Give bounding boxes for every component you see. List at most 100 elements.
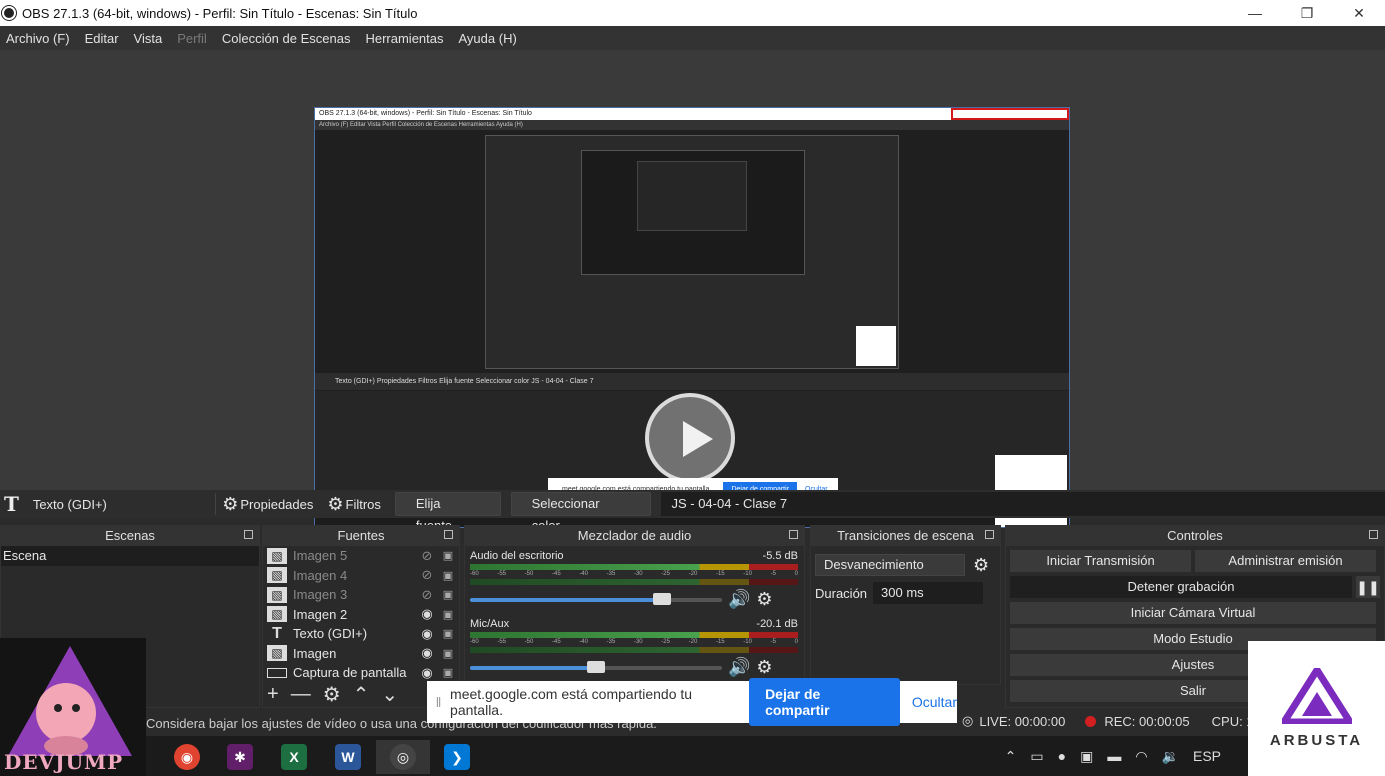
meter-tick: -15: [715, 571, 725, 577]
window-title: OBS 27.1.3 (64-bit, windows) - Perfil: S…: [22, 5, 418, 21]
lock-icon[interactable]: ▣: [437, 588, 459, 601]
source-item[interactable]: ▧ Imagen 2 ◉ ▣: [263, 605, 459, 625]
start-stream-button[interactable]: Iniciar Transmisión: [1010, 550, 1191, 572]
source-item[interactable]: ▧ Imagen 4 ⊘ ▣: [263, 566, 459, 586]
gear-icon[interactable]: ⚙: [756, 589, 772, 610]
dock-float-icon[interactable]: [444, 530, 453, 539]
maximize-button[interactable]: ❐: [1281, 0, 1333, 26]
duration-label: Duración: [815, 585, 868, 601]
source-item[interactable]: ▧ Imagen 5 ⊘ ▣: [263, 546, 459, 566]
scene-item[interactable]: Escena: [1, 546, 259, 566]
hide-banner-link[interactable]: Ocultar: [912, 694, 957, 710]
choose-font-button[interactable]: Elija fuente: [394, 492, 501, 533]
chevron-up-icon[interactable]: ⌃: [353, 682, 370, 707]
image-icon: ▧: [267, 567, 287, 584]
virtual-camera-button[interactable]: Iniciar Cámara Virtual: [1010, 602, 1376, 624]
eye-hidden-icon[interactable]: ⊘: [417, 548, 437, 564]
lock-icon[interactable]: ▣: [437, 666, 459, 679]
stop-sharing-button[interactable]: Dejar de compartir: [749, 678, 900, 726]
drag-handle-icon[interactable]: ‖: [427, 694, 450, 710]
channel-header: Audio del escritorio -5.5 dB: [470, 550, 798, 562]
speaker-icon[interactable]: 🔊: [728, 589, 750, 610]
transition-select[interactable]: Desvanecimiento: [815, 554, 965, 576]
eye-hidden-icon[interactable]: ⊘: [417, 587, 437, 603]
menu-coleccion-escenas[interactable]: Colección de Escenas: [222, 31, 351, 46]
lock-icon[interactable]: ▣: [437, 627, 459, 640]
device-icon[interactable]: ▭: [1030, 748, 1043, 765]
word-icon: W: [335, 744, 361, 770]
volume-knob[interactable]: [587, 660, 605, 673]
volume-knob[interactable]: [652, 592, 671, 605]
meter-tick: -20: [688, 639, 698, 645]
transitions-title: Transiciones de escena: [837, 528, 974, 543]
play-icon[interactable]: [645, 393, 735, 483]
source-item[interactable]: ▧ Imagen ◉ ▣: [263, 644, 459, 664]
select-color-button[interactable]: Seleccionar color: [510, 492, 652, 533]
volume-fill: [470, 597, 662, 602]
source-item[interactable]: T Texto (GDI+) ◉ ▣: [263, 624, 459, 644]
pause-icon[interactable]: ❚❚: [1356, 576, 1380, 598]
gear-icon[interactable]: ⚙: [756, 657, 772, 678]
microphone-icon[interactable]: ●: [1058, 748, 1066, 764]
speaker-icon[interactable]: 🔊: [728, 657, 750, 678]
mixer-title: Mezclador de audio: [577, 528, 692, 543]
chevron-up-icon[interactable]: ⌃: [1005, 748, 1017, 765]
lock-icon[interactable]: ▣: [437, 569, 459, 582]
gear-icon[interactable]: ⚙: [323, 682, 341, 707]
meter-tick: -20: [688, 571, 698, 577]
taskbar-excel[interactable]: X: [267, 740, 321, 774]
source-item[interactable]: Captura de pantalla ◉ ▣: [263, 663, 459, 683]
dock-float-icon[interactable]: [244, 530, 253, 539]
lock-icon[interactable]: ▣: [437, 608, 459, 621]
screen-share-banner: ‖ meet.google.com está compartiendo tu p…: [427, 678, 957, 726]
controls-row: Iniciar Transmisión Administrar emisión: [1010, 550, 1380, 572]
dock-float-icon[interactable]: [789, 530, 798, 539]
dock-float-icon[interactable]: [985, 530, 994, 539]
chevron-down-icon[interactable]: ⌄: [381, 682, 398, 707]
taskbar-obs[interactable]: ◎: [376, 740, 430, 774]
menu-editar[interactable]: Editar: [85, 31, 119, 46]
eye-icon[interactable]: ◉: [417, 645, 437, 661]
preview-canvas[interactable]: OBS 27.1.3 (64-bit, windows) - Perfil: S…: [314, 107, 1070, 528]
taskbar-word[interactable]: W: [321, 740, 375, 774]
eye-icon[interactable]: ◉: [417, 606, 437, 622]
taskbar-chrome[interactable]: ◉: [160, 740, 214, 774]
language-indicator[interactable]: ESP: [1193, 748, 1221, 764]
taskbar-vscode[interactable]: ❯: [430, 740, 484, 774]
meter-tick: -30: [633, 639, 643, 645]
source-item[interactable]: ▧ Imagen 3 ⊘ ▣: [263, 585, 459, 605]
stop-recording-button[interactable]: Detener grabación: [1010, 576, 1352, 598]
add-icon[interactable]: +: [267, 683, 279, 706]
text-content-field[interactable]: JS - 04-04 - Clase 7: [661, 492, 1385, 516]
battery-icon[interactable]: ▬: [1107, 748, 1121, 764]
eye-hidden-icon[interactable]: ⊘: [417, 567, 437, 583]
menu-ayuda[interactable]: Ayuda (H): [459, 31, 517, 46]
taskbar-slack[interactable]: ✱: [213, 740, 267, 774]
close-button[interactable]: ✕: [1333, 0, 1385, 26]
dock-float-icon[interactable]: [1369, 530, 1378, 539]
meter-tick: -5: [770, 639, 776, 645]
lock-icon[interactable]: ▣: [437, 549, 459, 562]
eye-icon[interactable]: ◉: [417, 665, 437, 681]
wifi-icon[interactable]: ◠: [1135, 748, 1147, 765]
remove-icon[interactable]: —: [291, 683, 311, 706]
duration-input[interactable]: 300 ms: [873, 582, 984, 604]
lock-icon[interactable]: ▣: [437, 647, 459, 660]
gear-icon[interactable]: ⚙: [973, 555, 989, 576]
manage-broadcast-button[interactable]: Administrar emisión: [1195, 550, 1376, 572]
scenes-header: Escenas: [1, 526, 259, 546]
minimize-button[interactable]: —: [1229, 0, 1281, 26]
devjump-text: DEVJUMP: [4, 750, 124, 774]
menu-archivo[interactable]: Archivo (F): [6, 31, 70, 46]
volume-slider[interactable]: [470, 592, 722, 605]
menu-herramientas[interactable]: Herramientas: [365, 31, 443, 46]
properties-button[interactable]: ⚙ Propiedades: [222, 494, 313, 515]
volume-slider[interactable]: [470, 660, 722, 673]
volume-icon[interactable]: 🔉: [1162, 748, 1179, 765]
eye-icon[interactable]: ◉: [417, 626, 437, 642]
display-icon[interactable]: ▣: [1080, 748, 1093, 765]
meter-tick: -35: [606, 639, 616, 645]
meter-ticks: -60 -55 -50 -45 -40 -35 -30 -25 -20 -15 …: [470, 571, 798, 577]
menu-vista[interactable]: Vista: [134, 31, 163, 46]
filters-button[interactable]: ⚙ Filtros: [327, 494, 381, 515]
